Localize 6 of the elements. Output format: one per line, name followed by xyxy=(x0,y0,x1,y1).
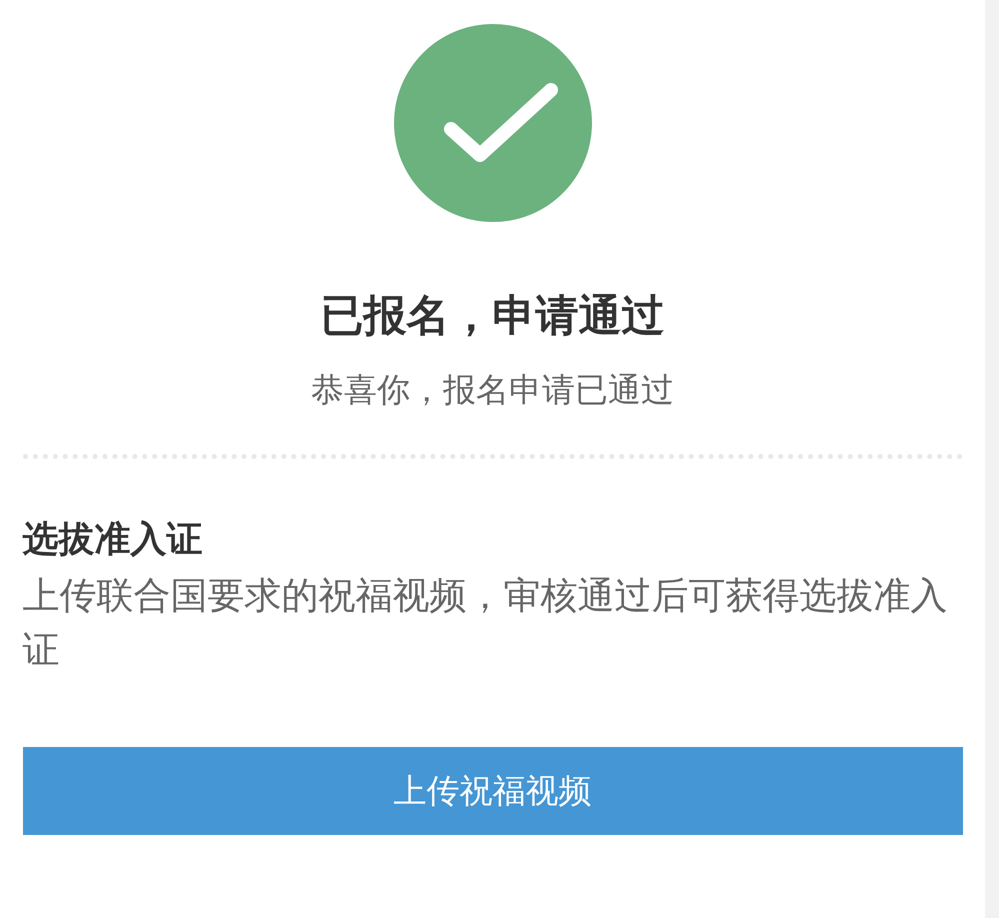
section-title: 选拔准入证 xyxy=(22,519,204,559)
upload-video-button[interactable]: 上传祝福视频 xyxy=(22,747,962,835)
status-title: 已报名，申请通过 xyxy=(320,292,664,340)
status-subtitle: 恭喜你，报名申请已通过 xyxy=(311,372,674,408)
success-check-icon xyxy=(394,24,592,222)
section-description: 上传联合国要求的祝福视频，审核通过后可获得选拔准入证 xyxy=(22,574,948,672)
